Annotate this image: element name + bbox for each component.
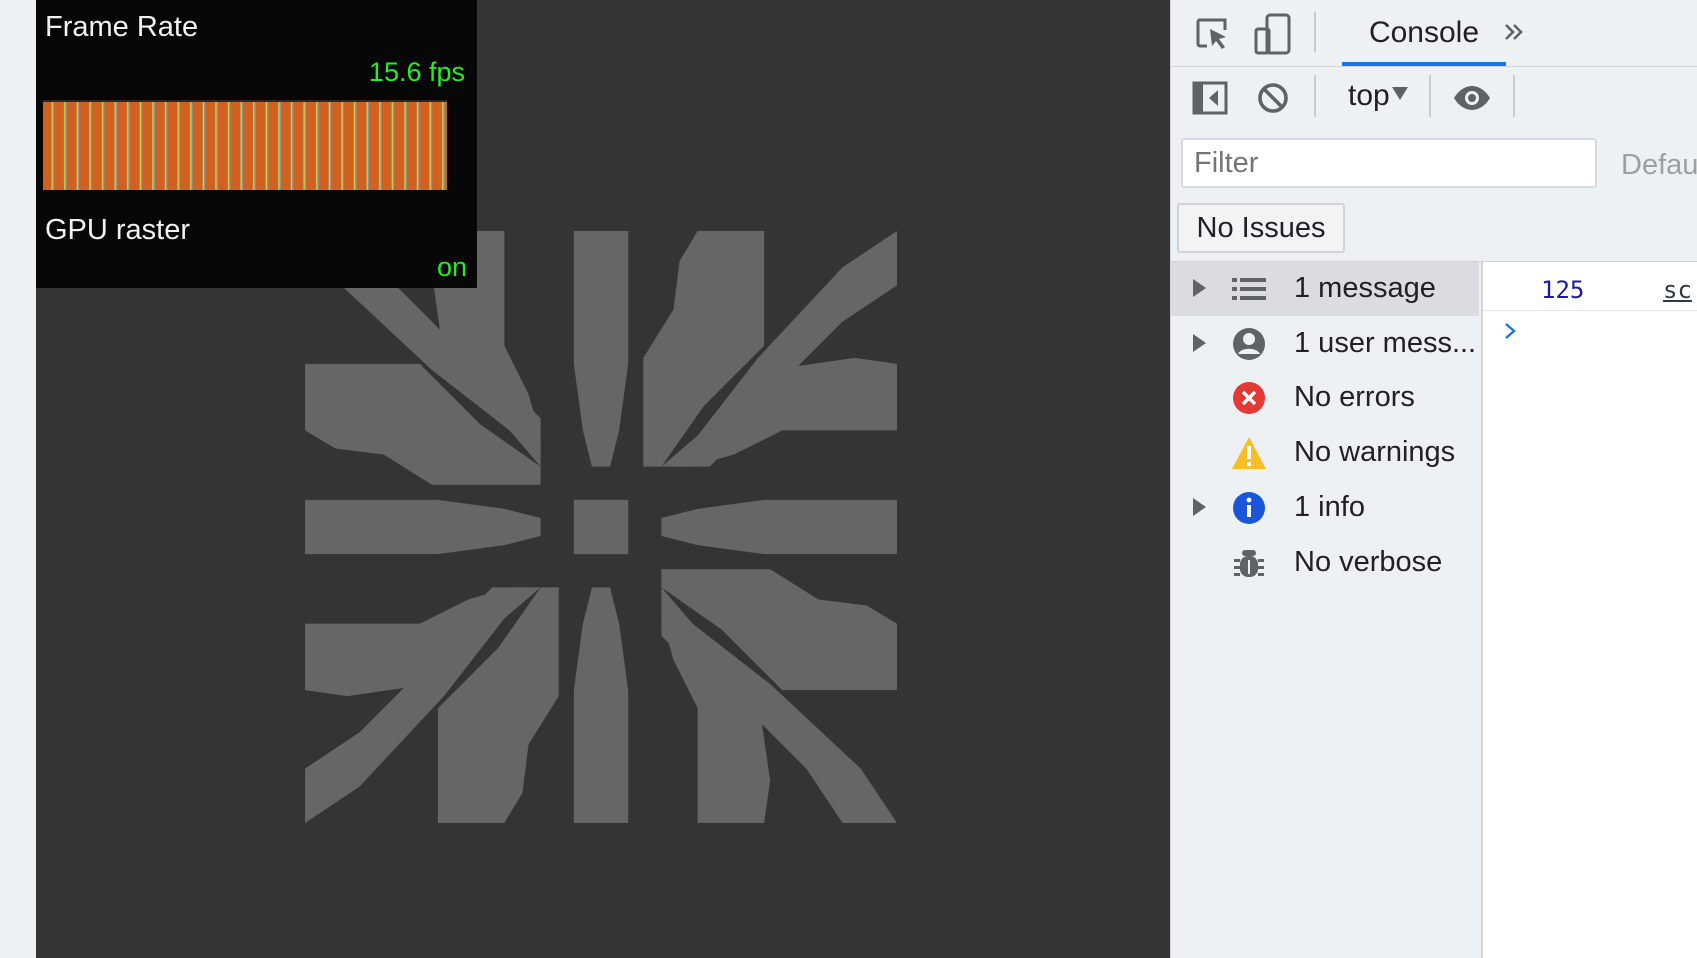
filter-bar: Defau <box>1171 133 1697 195</box>
sidebar-toggle-icon[interactable] <box>1190 78 1230 118</box>
sidebar-item-errors[interactable]: No errors <box>1171 371 1479 425</box>
toolbar-separator <box>1314 75 1316 117</box>
console-output[interactable]: 125 sc <box>1483 262 1697 958</box>
gpu-raster-status: on <box>436 252 467 282</box>
bug-icon <box>1231 545 1267 581</box>
issues-button[interactable]: No Issues <box>1177 203 1345 253</box>
left-gutter <box>0 0 36 958</box>
console-message[interactable]: 125 sc <box>1483 262 1697 311</box>
user-icon <box>1231 326 1267 362</box>
info-icon <box>1231 490 1267 526</box>
sidebar-item-info[interactable]: 1 info <box>1171 481 1479 535</box>
console-prompt-icon[interactable] <box>1503 322 1519 345</box>
sidebar-item-verbose[interactable]: No verbose <box>1171 536 1479 590</box>
sidebar-item-warnings[interactable]: No warnings <box>1171 426 1479 480</box>
sidebar-item-label: No errors <box>1294 381 1415 413</box>
warning-icon <box>1231 435 1267 471</box>
list-icon <box>1231 271 1267 307</box>
sidebar-item-messages[interactable]: 1 message <box>1171 262 1479 316</box>
message-source-link[interactable]: sc <box>1663 276 1692 304</box>
inspect-element-icon[interactable] <box>1193 14 1233 54</box>
radial-pattern-graphic <box>299 225 903 829</box>
message-value: 125 <box>1541 276 1585 304</box>
log-levels-dropdown[interactable]: Defau <box>1621 149 1697 182</box>
double-chevron-right-icon[interactable] <box>1498 16 1530 48</box>
fps-meter: Frame Rate 15.6 fps GPU raster on <box>36 0 477 288</box>
toolbar-separator <box>1314 12 1316 52</box>
sidebar-item-label: 1 info <box>1294 491 1365 523</box>
expand-arrow-icon[interactable] <box>1193 498 1206 516</box>
error-icon <box>1231 380 1267 416</box>
devtools-main-toolbar: Console <box>1171 0 1697 67</box>
console-sidebar: 1 message 1 user mess... No errors No wa… <box>1171 262 1483 958</box>
tab-console[interactable]: Console <box>1343 0 1505 66</box>
toolbar-separator <box>1513 75 1515 117</box>
sidebar-item-label: No warnings <box>1294 436 1456 468</box>
frame-rate-graph <box>43 100 447 190</box>
toolbar-separator <box>1429 75 1431 117</box>
fps-value: 15.6 fps <box>368 57 465 87</box>
console-toolbar: top <box>1171 67 1697 133</box>
eye-icon[interactable] <box>1450 78 1494 118</box>
sidebar-item-label: 1 message <box>1294 272 1436 304</box>
devtools-panel: Console top Filter Defau No Issues 1 mes… <box>1170 0 1697 958</box>
expand-arrow-icon[interactable] <box>1193 334 1206 352</box>
device-toolbar-icon[interactable] <box>1253 12 1293 56</box>
sidebar-item-label: 1 user mess... <box>1294 327 1477 359</box>
sidebar-item-user-messages[interactable]: 1 user mess... <box>1171 317 1479 371</box>
frame-rate-label: Frame Rate <box>45 11 199 43</box>
gpu-raster-label: GPU raster <box>45 214 191 246</box>
expand-arrow-icon[interactable] <box>1193 279 1206 297</box>
sidebar-item-label: No verbose <box>1294 546 1443 578</box>
filter-input[interactable] <box>1181 138 1597 188</box>
clear-console-icon[interactable] <box>1253 78 1293 118</box>
active-tab-indicator <box>1342 62 1506 66</box>
dropdown-arrow-icon[interactable] <box>1389 83 1411 103</box>
context-selector[interactable]: top <box>1348 79 1390 113</box>
issues-bar: No Issues <box>1171 195 1697 262</box>
page-viewport[interactable]: Frame Rate 15.6 fps GPU raster on <box>36 0 1170 958</box>
